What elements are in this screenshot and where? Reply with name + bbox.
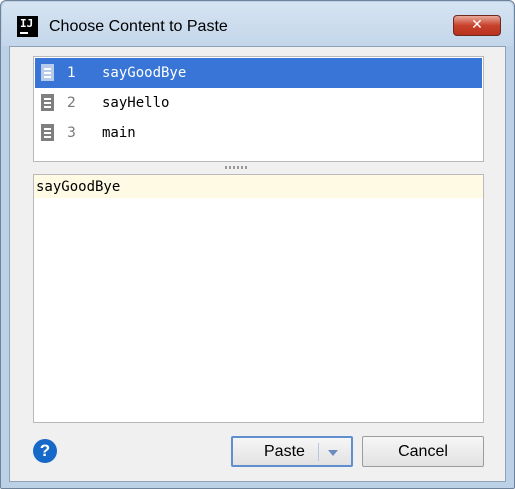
app-icon-underline xyxy=(20,32,28,34)
list-item-label: sayGoodBye xyxy=(102,65,187,81)
list-item[interactable]: 3 main xyxy=(35,118,482,148)
paste-button-divider xyxy=(318,443,319,461)
preview-text: sayGoodBye xyxy=(36,179,121,195)
list-item-number: 2 xyxy=(67,95,76,111)
help-button[interactable]: ? xyxy=(33,439,57,463)
help-icon: ? xyxy=(39,441,51,460)
document-icon xyxy=(41,124,54,141)
close-icon: ✕ xyxy=(471,17,483,33)
list-item-label: sayHello xyxy=(102,95,170,111)
list-item[interactable]: 1 sayGoodBye xyxy=(35,58,482,88)
document-icon xyxy=(41,64,54,81)
list-item[interactable]: 2 sayHello xyxy=(35,88,482,118)
dialog-window: IJ Choose Content to Paste ✕ 1 sayGoodBy… xyxy=(0,0,515,489)
preview-editor[interactable]: sayGoodBye xyxy=(33,174,484,423)
splitter-handle[interactable] xyxy=(225,166,247,169)
app-icon-text: IJ xyxy=(20,17,34,30)
clipboard-list[interactable]: 1 sayGoodBye 2 sayHello 3 main xyxy=(33,56,484,162)
window-title: Choose Content to Paste xyxy=(49,18,228,35)
chevron-down-icon[interactable] xyxy=(328,450,338,456)
dialog-content: 1 sayGoodBye 2 sayHello 3 main sayGoodBy… xyxy=(9,46,506,482)
preview-highlighted-line: sayGoodBye xyxy=(34,175,483,198)
title-bar[interactable]: IJ Choose Content to Paste ✕ xyxy=(2,2,513,46)
close-button[interactable]: ✕ xyxy=(453,15,501,36)
list-item-label: main xyxy=(102,125,136,141)
paste-button[interactable]: Paste xyxy=(231,436,353,467)
list-item-number: 3 xyxy=(67,125,76,141)
list-item-number: 1 xyxy=(67,65,76,81)
intellij-app-icon: IJ xyxy=(17,16,38,37)
cancel-button[interactable]: Cancel xyxy=(362,436,484,467)
paste-button-label: Paste xyxy=(264,443,305,460)
document-icon xyxy=(41,94,54,111)
